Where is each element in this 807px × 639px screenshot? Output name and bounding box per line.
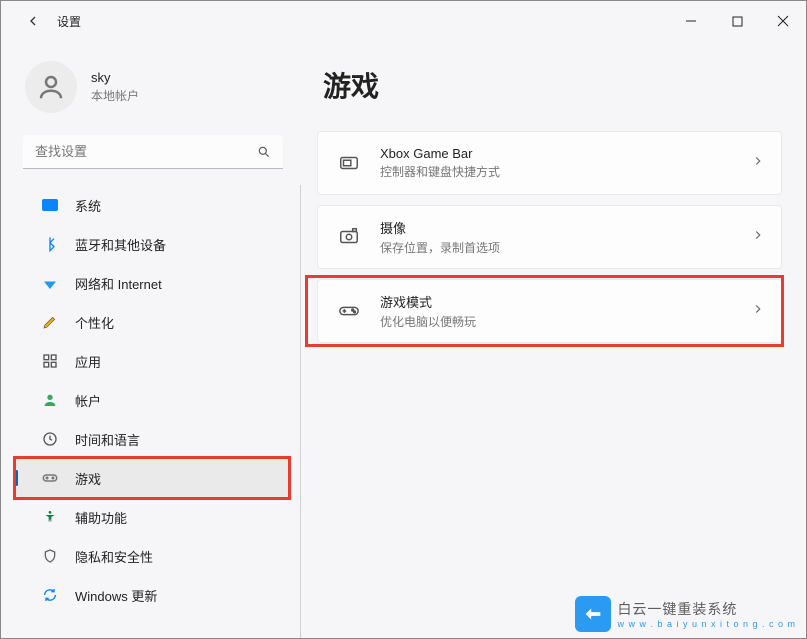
maximize-button[interactable] (714, 1, 760, 41)
nav-label: 辅助功能 (75, 508, 127, 527)
card-title: 游戏模式 (380, 292, 476, 311)
card-subtitle: 优化电脑以便畅玩 (380, 313, 476, 330)
card-game-mode[interactable]: 游戏模式 优化电脑以便畅玩 (317, 279, 782, 343)
watermark-line2: w w w . b a i y u n x i t o n g . c o m (617, 619, 796, 629)
window-title: 设置 (57, 13, 81, 30)
nav-item-windows-update[interactable]: Windows 更新 (15, 576, 291, 614)
title-bar: 设置 (1, 1, 806, 41)
camera-icon (338, 226, 360, 248)
gamepad-icon (41, 469, 59, 487)
window-controls (668, 1, 806, 41)
card-title: Xbox Game Bar (380, 146, 500, 161)
gamemode-icon (338, 300, 360, 322)
card-captures[interactable]: 摄像 保存位置，录制首选项 (317, 205, 782, 269)
sidebar: sky 本地帐户 系统 蓝牙和其他设备 (1, 41, 301, 638)
wifi-icon (41, 274, 59, 292)
nav-item-gaming[interactable]: 游戏 (15, 459, 291, 497)
card-subtitle: 控制器和键盘快捷方式 (380, 163, 500, 180)
account-name: sky (91, 70, 139, 85)
display-icon (41, 196, 59, 214)
clock-icon (41, 430, 59, 448)
nav-item-accessibility[interactable]: 辅助功能 (15, 498, 291, 536)
nav-label: 帐户 (75, 391, 101, 410)
nav-list: 系统 蓝牙和其他设备 网络和 Internet (1, 185, 301, 638)
search-box[interactable] (23, 135, 283, 169)
nav-item-personalization[interactable]: 个性化 (15, 303, 291, 341)
search-input[interactable] (35, 144, 257, 159)
search-icon (257, 145, 271, 159)
main-content: 游戏 Xbox Game Bar 控制器和键盘快捷方式 (301, 41, 806, 638)
account-block[interactable]: sky 本地帐户 (1, 55, 301, 131)
back-button[interactable] (23, 11, 43, 31)
person-icon (41, 391, 59, 409)
nav-item-bluetooth[interactable]: 蓝牙和其他设备 (15, 225, 291, 263)
bluetooth-icon (41, 235, 59, 253)
page-title: 游戏 (323, 65, 782, 105)
minimize-button[interactable] (668, 1, 714, 41)
nav-label: Windows 更新 (75, 586, 157, 605)
card-subtitle: 保存位置，录制首选项 (380, 239, 500, 256)
card-xbox-game-bar[interactable]: Xbox Game Bar 控制器和键盘快捷方式 (317, 131, 782, 195)
nav-item-apps[interactable]: 应用 (15, 342, 291, 380)
nav-label: 应用 (75, 352, 101, 371)
xbox-icon (338, 152, 360, 174)
nav-item-system[interactable]: 系统 (15, 186, 291, 224)
brush-icon (41, 313, 59, 331)
nav-label: 蓝牙和其他设备 (75, 235, 166, 254)
nav-item-network[interactable]: 网络和 Internet (15, 264, 291, 302)
nav-label: 系统 (75, 196, 101, 215)
apps-icon (41, 352, 59, 370)
avatar (25, 61, 77, 113)
chevron-right-icon (751, 302, 765, 321)
watermark-line1: 白云一键重装系统 (617, 599, 796, 619)
nav-label: 游戏 (75, 469, 101, 488)
nav-label: 时间和语言 (75, 430, 140, 449)
nav-label: 网络和 Internet (75, 274, 162, 293)
nav-item-time-language[interactable]: 时间和语言 (15, 420, 291, 458)
accessibility-icon (41, 508, 59, 526)
card-title: 摄像 (380, 218, 500, 237)
update-icon (41, 586, 59, 604)
watermark-logo-icon (575, 596, 611, 632)
nav-item-privacy[interactable]: 隐私和安全性 (15, 537, 291, 575)
nav-label: 个性化 (75, 313, 114, 332)
chevron-right-icon (751, 154, 765, 173)
nav-item-accounts[interactable]: 帐户 (15, 381, 291, 419)
watermark: 白云一键重装系统 w w w . b a i y u n x i t o n g… (575, 596, 796, 632)
nav-label: 隐私和安全性 (75, 547, 153, 566)
shield-icon (41, 547, 59, 565)
account-subtitle: 本地帐户 (91, 87, 139, 104)
close-button[interactable] (760, 1, 806, 41)
chevron-right-icon (751, 228, 765, 247)
